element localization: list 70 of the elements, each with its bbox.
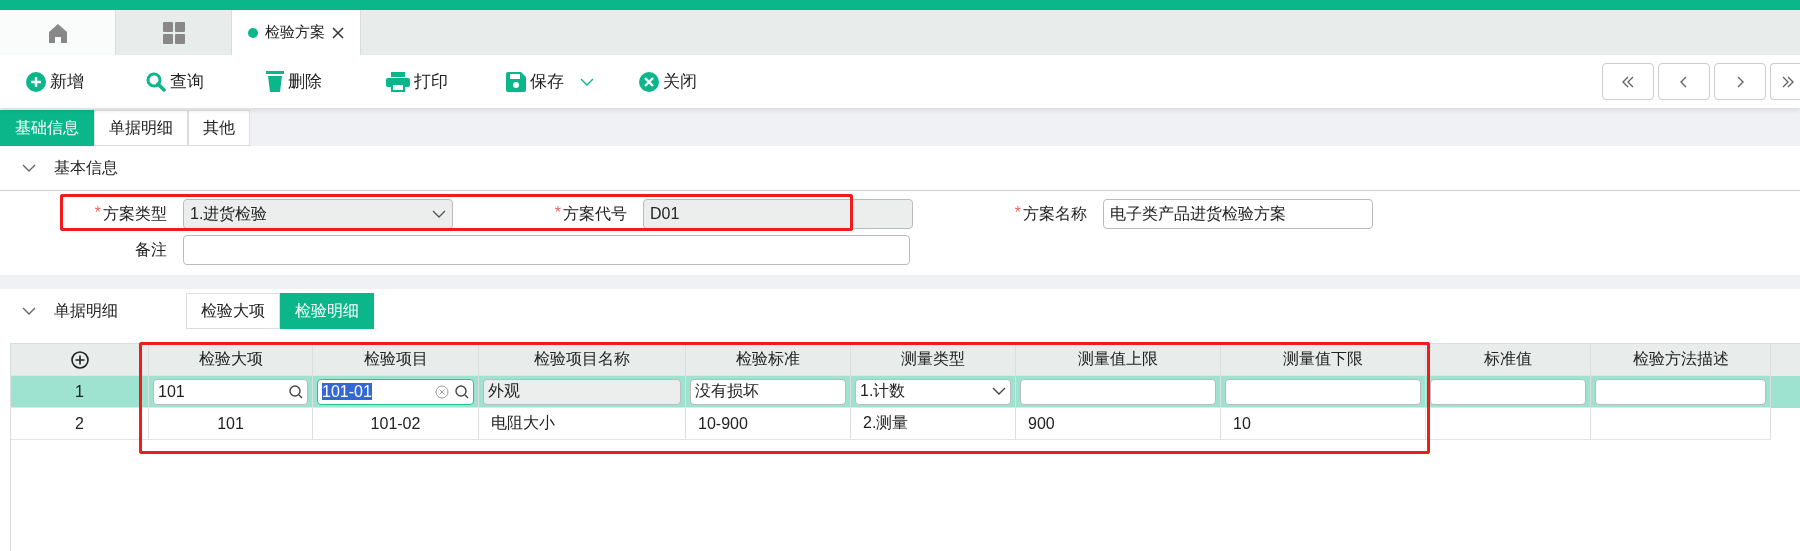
pager-button[interactable]	[1714, 63, 1766, 100]
field-label: 备注	[135, 239, 167, 260]
input-field[interactable]: 电子类产品进货检验方案	[1103, 199, 1373, 229]
tab-label: 检验方案	[265, 23, 325, 42]
table-cell: 电阻大小	[479, 408, 686, 440]
search-icon	[289, 384, 303, 399]
close-icon	[332, 26, 344, 39]
caret-icon	[992, 387, 1006, 396]
caret-icon	[432, 209, 446, 219]
input-field[interactable]: 101-01	[317, 378, 474, 405]
add-button[interactable]: 新增	[26, 70, 146, 93]
printer-icon	[386, 71, 410, 92]
close-button[interactable]: 关闭	[639, 70, 759, 93]
field-label: 方案代号	[563, 203, 627, 224]
chevron-right-icon	[1735, 74, 1745, 89]
table-cell: 101	[149, 408, 313, 440]
table-row[interactable]: 1 101 101-01 外观 没有损坏 1.计数	[11, 376, 1800, 408]
table-cell: 2.测量	[851, 408, 1016, 440]
add-row-icon[interactable]	[70, 350, 89, 369]
home-icon	[47, 22, 68, 43]
field-label: 方案类型	[103, 203, 167, 224]
form-tab[interactable]: 单据明细	[94, 110, 188, 146]
table-row[interactable]: 2 101 101-02 电阻大小 10-900 2.测量 900 10	[11, 408, 1800, 440]
input-field[interactable]: 外观	[483, 378, 681, 405]
table-cell: 10	[1221, 408, 1426, 440]
clear-icon	[435, 384, 449, 399]
close-circle-icon	[639, 71, 659, 92]
input-field[interactable]	[1430, 378, 1586, 405]
input-field[interactable]	[1020, 378, 1216, 405]
page-tab[interactable]: 检验方案	[232, 10, 361, 55]
table-cell: 101-02	[313, 408, 479, 440]
form-tab[interactable]: 其他	[188, 110, 250, 146]
pager-button[interactable]	[1602, 63, 1654, 100]
input-field[interactable]: 没有损坏	[690, 378, 846, 405]
table-cell: 900	[1016, 408, 1221, 440]
trash-icon	[266, 71, 284, 92]
pager-button[interactable]	[1770, 63, 1800, 100]
search-icon	[455, 384, 469, 399]
search-icon	[146, 71, 166, 92]
delete-button[interactable]: 删除	[266, 70, 386, 93]
input-field[interactable]: D01	[643, 199, 913, 229]
field-label: 方案名称	[1023, 203, 1087, 224]
double-chevron-right-icon	[1781, 74, 1795, 89]
double-chevron-left-icon	[1621, 74, 1635, 89]
row-number: 2	[11, 408, 149, 440]
home-tab[interactable]	[0, 10, 116, 55]
input-field[interactable]	[183, 235, 910, 265]
status-dot	[248, 27, 258, 38]
required-asterisk: *	[94, 203, 101, 223]
chevron-left-icon	[1679, 74, 1689, 89]
table-cell: 10-900	[686, 408, 851, 440]
print-button[interactable]: 打印	[386, 70, 506, 93]
input-field[interactable]: 101	[153, 378, 308, 405]
required-asterisk: *	[1014, 203, 1021, 223]
section-title: 基本信息	[54, 157, 118, 178]
section-title: 单据明细	[54, 300, 118, 321]
save-button[interactable]: 保存	[506, 70, 639, 93]
plus-circle-icon	[26, 71, 46, 92]
row-number: 1	[11, 376, 149, 408]
select-field[interactable]: 1.进货检验	[183, 199, 453, 229]
chevron-icon[interactable]	[22, 306, 36, 316]
detail-tab[interactable]: 检验大项	[186, 293, 280, 329]
pager-button[interactable]	[1658, 63, 1710, 100]
select-field[interactable]: 1.计数	[855, 378, 1011, 405]
search-button[interactable]: 查询	[146, 70, 266, 93]
grid-icon	[162, 21, 185, 44]
chevron-icon[interactable]	[22, 163, 36, 173]
required-asterisk: *	[554, 203, 561, 223]
input-field[interactable]	[1225, 378, 1421, 405]
input-field[interactable]	[1595, 378, 1766, 405]
